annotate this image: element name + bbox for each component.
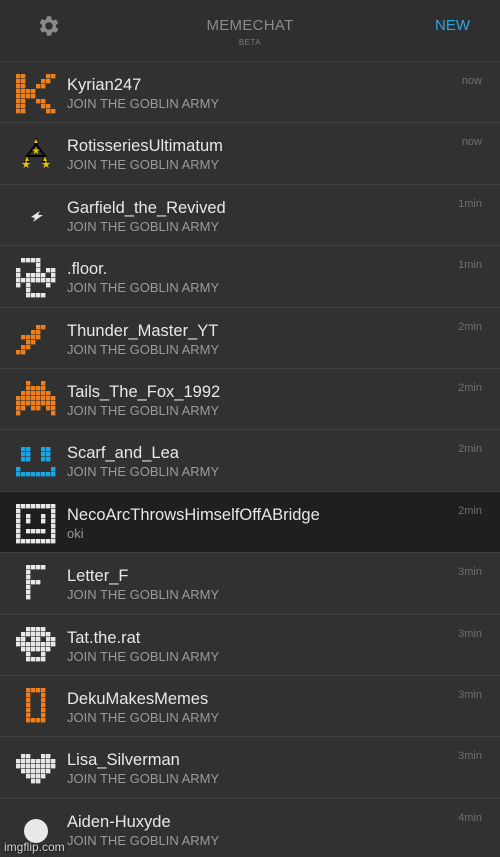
chat-row[interactable]: Letter_F JOIN THE GOBLIN ARMY 3min — [0, 553, 500, 615]
chat-timestamp: now — [461, 136, 482, 149]
chat-name: Letter_F — [67, 567, 129, 586]
chat-name: Lisa_Silverman — [67, 751, 180, 770]
chat-row[interactable]: ★ ★ ★ RotisseriesUltimatum JOIN THE GOBL… — [0, 123, 500, 185]
chat-name: Aiden-Huxyde — [67, 812, 171, 831]
chat-last-message: JOIN THE GOBLIN ARMY — [67, 709, 220, 725]
chat-last-message: JOIN THE GOBLIN ARMY — [67, 587, 220, 603]
svg-text:★: ★ — [41, 159, 51, 171]
chat-name: DekuMakesMemes — [67, 689, 209, 708]
app-header: MEMECHAT BETA NEW — [0, 0, 500, 62]
three-stars-icon: ★ ★ ★ — [21, 137, 51, 171]
chat-name: RotisseriesUltimatum — [67, 137, 223, 156]
white-skull-icon — [16, 626, 56, 661]
chat-last-message: JOIN THE GOBLIN ARMY — [67, 832, 220, 848]
chat-timestamp: 3min — [458, 627, 482, 640]
chat-name: Thunder_Master_YT — [67, 321, 219, 340]
chat-name: Kyrian247 — [67, 76, 142, 94]
orange-k-icon — [16, 74, 56, 114]
chat-name: NecoArcThrowsHimselfOffABridge — [67, 505, 320, 524]
watermark: imgflip.com — [4, 840, 65, 854]
chat-last-message: JOIN THE GOBLIN ARMY — [67, 771, 220, 787]
chat-row[interactable]: Thunder_Master_YT JOIN THE GOBLIN ARMY 2… — [0, 307, 500, 369]
chat-last-message: JOIN THE GOBLIN ARMY — [67, 157, 220, 173]
chat-name: Tails_The_Fox_1992 — [67, 382, 221, 401]
chat-last-message: JOIN THE GOBLIN ARMY — [67, 218, 220, 234]
app-subtitle: BETA — [238, 38, 262, 47]
svg-text:★: ★ — [21, 159, 31, 171]
chat-row[interactable]: Tat.the.rat JOIN THE GOBLIN ARMY 3min — [0, 614, 500, 676]
chat-row[interactable]: Scarf_and_Lea JOIN THE GOBLIN ARMY 2min — [0, 430, 500, 492]
white-heart-icon — [16, 754, 56, 784]
white-letter-f-icon — [26, 565, 46, 600]
chat-timestamp: 1min — [458, 197, 482, 210]
blue-smile-icon — [16, 447, 56, 477]
chat-last-message: JOIN THE GOBLIN ARMY — [67, 402, 220, 418]
chat-last-message: JOIN THE GOBLIN ARMY — [67, 280, 220, 296]
chat-timestamp: 2min — [458, 504, 482, 517]
orange-letter-d-icon — [26, 687, 46, 723]
chat-last-message: JOIN THE GOBLIN ARMY — [67, 648, 220, 664]
chat-name: Scarf_and_Lea — [67, 444, 179, 463]
chat-last-message: JOIN THE GOBLIN ARMY — [67, 464, 220, 480]
chat-last-message: JOIN THE GOBLIN ARMY — [67, 96, 220, 111]
chat-row[interactable]: NecoArcThrowsHimselfOffABridge oki 2min — [0, 491, 500, 554]
orange-lightning-icon — [16, 324, 46, 354]
chat-timestamp: 3min — [458, 688, 482, 701]
chat-last-message: JOIN THE GOBLIN ARMY — [67, 341, 220, 357]
chat-timestamp: 3min — [458, 566, 482, 579]
chat-name: Tat.the.rat — [67, 628, 141, 647]
lightning-bolt-icon — [31, 210, 43, 222]
chat-name: Garfield_the_Revived — [67, 198, 226, 217]
chat-list: Kyrian247 JOIN THE GOBLIN ARMY now ★ ★ ★… — [0, 62, 500, 857]
chat-timestamp: 4min — [458, 811, 482, 824]
chat-row[interactable]: Kyrian247 JOIN THE GOBLIN ARMY now — [0, 62, 500, 124]
chat-timestamp: 2min — [458, 381, 482, 394]
chat-timestamp: 2min — [458, 320, 482, 333]
chat-timestamp: 1min — [458, 259, 482, 272]
chat-last-message: oki — [67, 525, 84, 541]
chat-timestamp: now — [461, 75, 482, 87]
chat-row[interactable]: .floor. JOIN THE GOBLIN ARMY 1min — [0, 246, 500, 308]
white-pixel-face-icon — [16, 503, 56, 544]
white-pixel-cross-icon — [16, 258, 56, 298]
chat-name: .floor. — [67, 260, 108, 279]
svg-text:★: ★ — [32, 146, 41, 157]
chat-row[interactable]: Aiden-Huxyde JOIN THE GOBLIN ARMY 4min — [0, 798, 500, 857]
chat-row[interactable]: Garfield_the_Revived JOIN THE GOBLIN ARM… — [0, 184, 500, 247]
chat-row[interactable]: Lisa_Silverman JOIN THE GOBLIN ARMY 3min — [0, 737, 500, 799]
app-title: MEMECHAT — [206, 17, 294, 34]
new-chat-button[interactable]: NEW — [435, 17, 470, 34]
chat-row[interactable]: DekuMakesMemes JOIN THE GOBLIN ARMY 3min — [0, 675, 500, 738]
orange-invader-icon — [16, 380, 56, 416]
chat-timestamp: 2min — [458, 443, 482, 456]
chat-row[interactable]: Tails_The_Fox_1992 JOIN THE GOBLIN ARMY … — [0, 368, 500, 431]
chat-timestamp: 3min — [458, 750, 482, 763]
